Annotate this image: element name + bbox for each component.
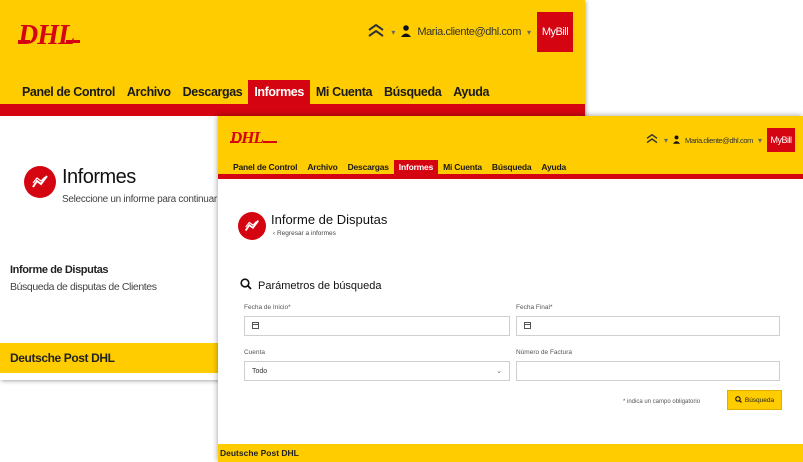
- mybill-badge[interactable]: MyBill: [767, 128, 795, 152]
- language-icon[interactable]: [367, 23, 385, 41]
- page-title: Informes: [62, 166, 136, 188]
- search-icon: [735, 395, 742, 405]
- nav-panel[interactable]: Panel de Control: [16, 80, 121, 104]
- search-button-label: Búsqueda: [744, 396, 775, 404]
- chevron-down-icon[interactable]: ▾: [664, 136, 668, 145]
- user-icon: [672, 134, 680, 146]
- main-nav: Panel de Control Archivo Descargas Infor…: [228, 160, 571, 174]
- account-select[interactable]: Todo ⌄: [244, 361, 510, 381]
- link-busqueda-disputas[interactable]: Búsqueda de disputas de Clientes: [10, 281, 157, 293]
- header-tools: ▾ Maria.cliente@dhl.com ▾ MyBill: [367, 12, 573, 52]
- nav-mi-cuenta[interactable]: Mi Cuenta: [310, 80, 378, 104]
- account-value: Todo: [252, 367, 268, 375]
- user-email[interactable]: Maria.cliente@dhl.com: [685, 136, 753, 145]
- back-link-label: Regresar a informes: [276, 230, 336, 237]
- logo-stripe: [230, 141, 239, 143]
- logo-stripe: [18, 40, 30, 43]
- user-email[interactable]: Maria.cliente@dhl.com: [417, 26, 521, 38]
- red-divider: [0, 104, 585, 116]
- mybill-badge[interactable]: MyBill: [537, 12, 573, 52]
- dhl-logo[interactable]: DHL: [230, 128, 264, 148]
- calendar-icon[interactable]: [252, 321, 259, 331]
- link-informe-disputas[interactable]: Informe de Disputas: [10, 264, 109, 276]
- red-divider: [218, 174, 803, 179]
- end-date-input[interactable]: [516, 316, 780, 336]
- dhl-logo[interactable]: DHL: [18, 20, 75, 52]
- invoice-number-input[interactable]: [516, 361, 780, 381]
- nav-ayuda[interactable]: Ayuda: [536, 160, 571, 174]
- nav-archivo[interactable]: Archivo: [302, 160, 342, 174]
- search-parameters-title: Parámetros de búsqueda: [258, 279, 382, 292]
- nav-informes[interactable]: Informes: [248, 80, 310, 104]
- chevron-down-icon[interactable]: ▾: [758, 136, 762, 145]
- logo-stripe: [263, 141, 277, 143]
- nav-mi-cuenta[interactable]: Mi Cuenta: [438, 160, 487, 174]
- nav-descargas[interactable]: Descargas: [177, 80, 249, 104]
- end-date-label: Fecha Final*: [516, 304, 553, 311]
- search-icon: [240, 278, 252, 293]
- search-parameters-header: Parámetros de búsqueda: [240, 278, 382, 293]
- nav-ayuda[interactable]: Ayuda: [447, 80, 495, 104]
- nav-archivo[interactable]: Archivo: [121, 80, 177, 104]
- nav-busqueda[interactable]: Búsqueda: [487, 160, 537, 174]
- back-to-reports-link[interactable]: ‹ Regresar a informes: [273, 230, 336, 237]
- logo-stripe: [66, 40, 80, 43]
- main-nav: Panel de Control Archivo Descargas Infor…: [16, 80, 495, 104]
- user-icon: [401, 24, 412, 40]
- invoice-number-label: Número de Factura: [516, 349, 572, 356]
- language-icon[interactable]: [645, 133, 659, 146]
- report-icon: [238, 212, 266, 240]
- front-window: DHL ▾ Maria.cliente@dhl.com ▾ MyBill Pan…: [218, 116, 803, 462]
- nav-busqueda[interactable]: Búsqueda: [378, 80, 447, 104]
- nav-panel[interactable]: Panel de Control: [228, 160, 302, 174]
- screenshot-stage: DHL ▾ Maria.cliente@dhl.com ▾ MyBill Pan…: [0, 0, 803, 462]
- chevron-down-icon[interactable]: ▾: [391, 28, 395, 37]
- header-tools: ▾ Maria.cliente@dhl.com ▾ MyBill: [645, 128, 795, 152]
- nav-informes[interactable]: Informes: [393, 160, 439, 174]
- footer-brand: Deutsche Post DHL: [220, 448, 299, 458]
- chevron-down-icon: ⌄: [496, 368, 502, 375]
- search-button[interactable]: Búsqueda: [727, 390, 782, 410]
- required-note: * indica un campo obligatorio: [623, 399, 701, 405]
- report-icon: [24, 166, 56, 198]
- footer-bar: Deutsche Post DHL: [218, 444, 803, 462]
- chevron-down-icon[interactable]: ▾: [527, 28, 531, 37]
- page-title: Informe de Disputas: [271, 212, 388, 227]
- start-date-label: Fecha de Inicio*: [244, 304, 291, 311]
- calendar-icon[interactable]: [524, 321, 531, 331]
- footer-brand: Deutsche Post DHL: [10, 351, 115, 365]
- nav-descargas[interactable]: Descargas: [343, 160, 394, 174]
- start-date-input[interactable]: [244, 316, 510, 336]
- account-label: Cuenta: [244, 349, 265, 356]
- page-subtitle: Seleccione un informe para continuar: [62, 194, 217, 205]
